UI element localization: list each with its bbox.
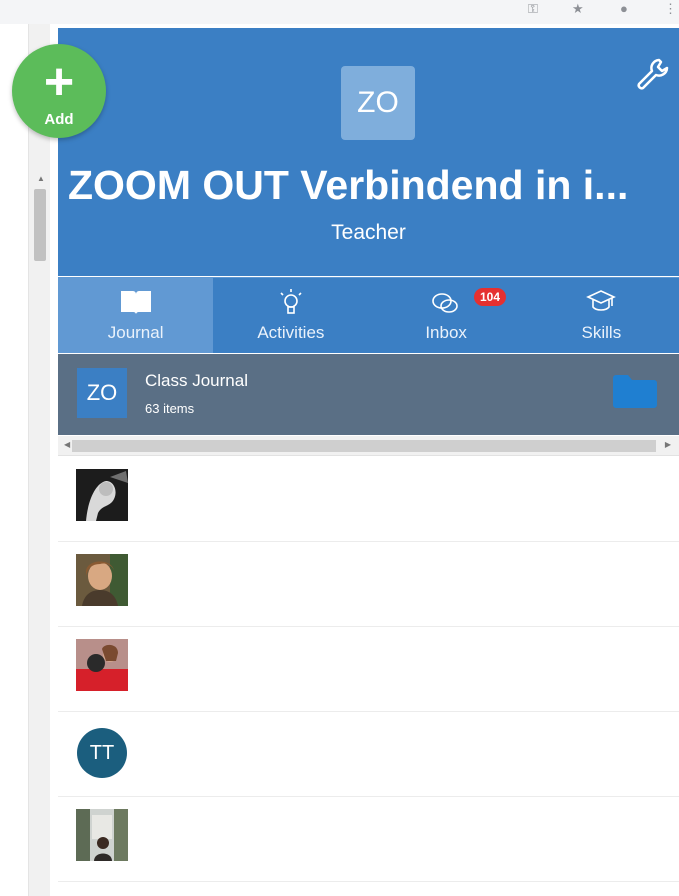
scroll-left-icon[interactable]: ◀ bbox=[64, 440, 70, 449]
student-photo bbox=[76, 639, 128, 691]
class-journal-row[interactable]: ZO Class Journal 63 items bbox=[58, 354, 679, 435]
chat-bubbles-icon bbox=[432, 293, 458, 313]
star-icon[interactable]: ★ bbox=[572, 2, 584, 15]
vertical-scrollbar[interactable]: ▲ bbox=[28, 24, 50, 896]
menu-dots-icon[interactable]: ⋮ bbox=[664, 2, 677, 15]
add-button-label: Add bbox=[44, 111, 74, 128]
tab-activities[interactable]: Activities bbox=[213, 278, 368, 353]
class-logo: ZO bbox=[341, 66, 415, 140]
key-icon[interactable]: ⚿ bbox=[528, 2, 538, 15]
redacted-name-area bbox=[143, 467, 501, 531]
student-initials-avatar: TT bbox=[77, 728, 127, 778]
list-item[interactable] bbox=[58, 457, 679, 542]
plus-icon: + bbox=[43, 53, 75, 111]
profile-icon[interactable]: ● bbox=[620, 2, 628, 15]
graduation-cap-icon bbox=[586, 290, 617, 311]
horizontal-scrollbar-thumb[interactable] bbox=[72, 440, 656, 452]
tab-journal-label: Journal bbox=[107, 323, 164, 342]
browser-toolbar: ⚿ ★ ● ⋮ bbox=[0, 0, 679, 24]
list-item[interactable] bbox=[58, 797, 679, 882]
user-role: Teacher bbox=[331, 221, 406, 244]
class-header: ZO ZOOM OUT Verbindend in i... Teacher bbox=[58, 28, 679, 276]
tab-journal[interactable]: Journal bbox=[58, 278, 214, 353]
tab-inbox-label: Inbox bbox=[425, 323, 467, 342]
wrench-icon[interactable] bbox=[633, 56, 669, 96]
student-list: TT bbox=[58, 457, 679, 882]
lightbulb-icon bbox=[280, 289, 302, 314]
add-button[interactable]: + Add bbox=[12, 44, 106, 138]
student-photo bbox=[76, 554, 128, 606]
journal-avatar: ZO bbox=[77, 368, 127, 418]
folder-icon[interactable] bbox=[611, 372, 659, 410]
inbox-badge: 104 bbox=[474, 288, 507, 306]
redacted-name-area bbox=[143, 722, 501, 786]
app-page: ⚿ ★ ● ⋮ ▲ ZO ZOOM OUT Verbindend in i...… bbox=[0, 0, 679, 896]
scroll-right-icon[interactable]: ▶ bbox=[665, 440, 671, 449]
list-item[interactable] bbox=[58, 627, 679, 712]
journal-title: Class Journal bbox=[145, 371, 248, 390]
redacted-name-area bbox=[143, 807, 501, 871]
list-item[interactable] bbox=[58, 542, 679, 627]
book-icon bbox=[120, 291, 151, 314]
tab-activities-label: Activities bbox=[257, 323, 325, 342]
scrollbar-thumb[interactable] bbox=[34, 189, 46, 261]
tab-bar: Journal Activities Inbox Skills 104 bbox=[58, 277, 679, 353]
redacted-name-area bbox=[143, 552, 501, 616]
scroll-up-icon[interactable]: ▲ bbox=[37, 174, 45, 183]
student-photo bbox=[76, 809, 128, 861]
horizontal-scrollbar[interactable]: ◀ ▶ bbox=[58, 436, 679, 456]
tab-skills[interactable]: Skills bbox=[524, 278, 679, 353]
tab-skills-label: Skills bbox=[581, 323, 622, 342]
journal-item-count: 63 items bbox=[145, 401, 195, 416]
redacted-name-area bbox=[143, 637, 501, 701]
class-title: ZOOM OUT Verbindend in i... bbox=[68, 162, 629, 208]
list-item[interactable]: TT bbox=[58, 712, 679, 797]
student-photo bbox=[76, 469, 128, 521]
